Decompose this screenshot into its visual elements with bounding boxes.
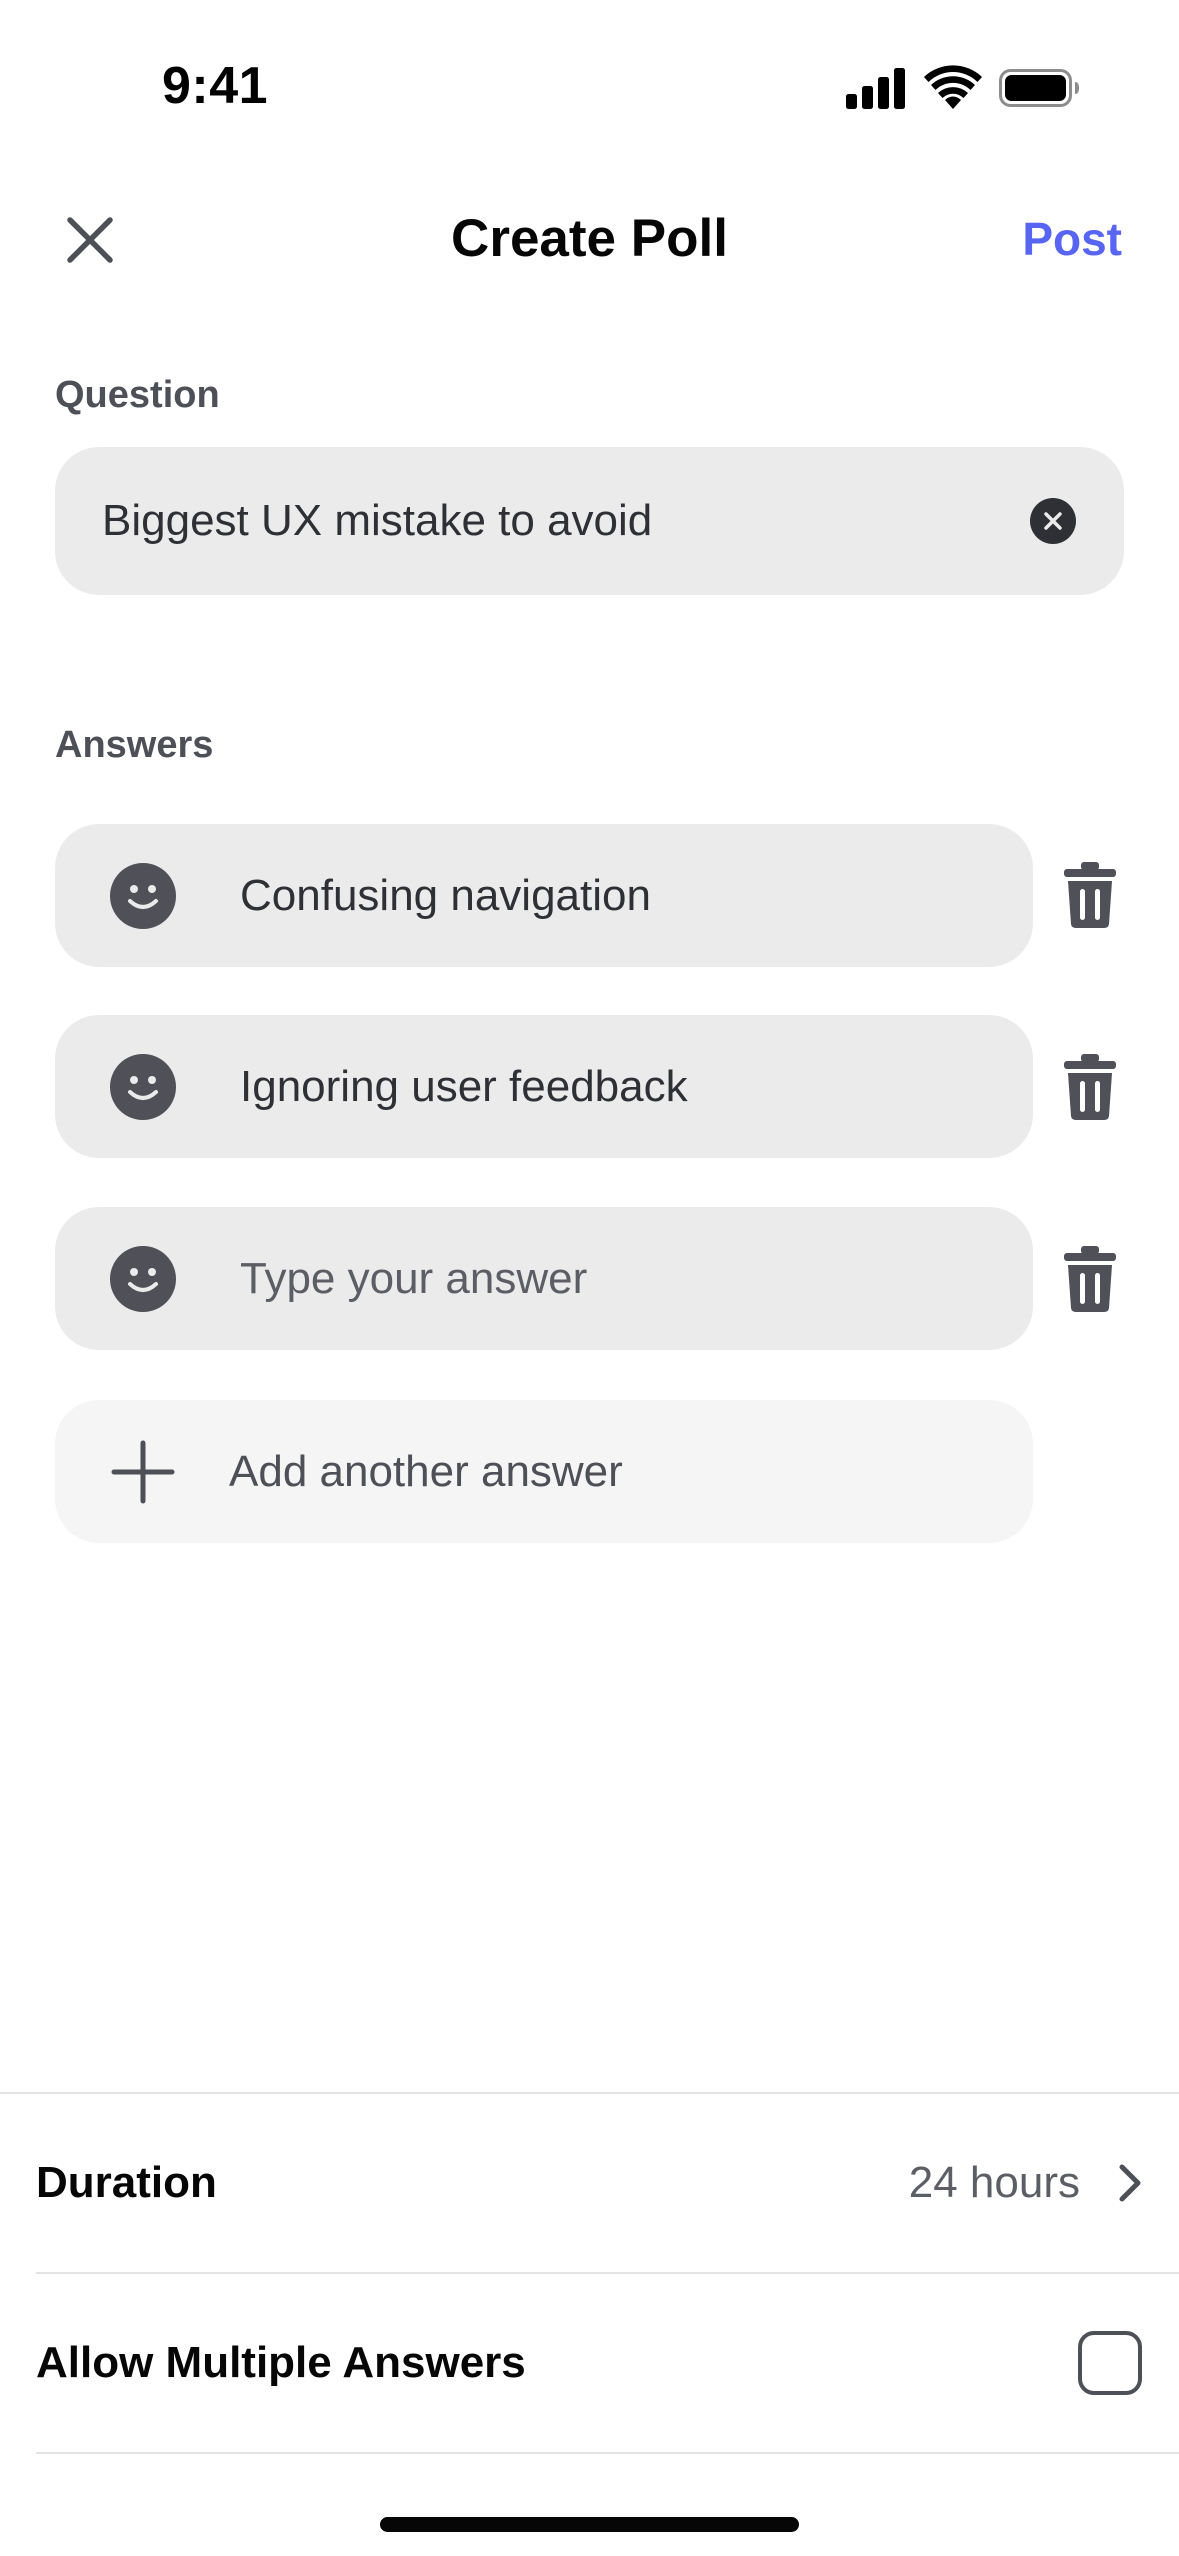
answer-placeholder: Type your answer [240, 1253, 588, 1303]
emoji-picker-button[interactable] [110, 862, 176, 929]
home-indicator[interactable] [380, 2517, 799, 2532]
question-input[interactable]: Biggest UX mistake to avoid [55, 447, 1124, 595]
delete-answer-button[interactable] [1058, 1239, 1122, 1319]
smiley-icon [128, 1267, 158, 1292]
chevron-right-icon [1119, 2164, 1141, 2202]
row-divider [36, 2452, 1179, 2454]
add-answer-button[interactable]: Add another answer [55, 1400, 1033, 1543]
answer-input-1[interactable]: Confusing navigation [55, 824, 1033, 967]
delete-answer-button[interactable] [1058, 855, 1122, 935]
allow-multiple-label: Allow Multiple Answers [36, 2338, 526, 2387]
duration-label: Duration [36, 2158, 217, 2207]
clear-question-button[interactable] [1030, 498, 1076, 544]
status-indicators-icon [846, 65, 1079, 109]
smiley-icon [128, 1075, 158, 1100]
answer-text: Ignoring user feedback [240, 1061, 688, 1111]
answer-text: Confusing navigation [240, 870, 651, 920]
post-button[interactable]: Post [1022, 212, 1122, 266]
answer-input-2[interactable]: Ignoring user feedback [55, 1015, 1033, 1158]
trash-icon [1064, 1246, 1116, 1312]
add-answer-label: Add another answer [229, 1446, 623, 1496]
trash-icon [1064, 862, 1116, 928]
allow-multiple-checkbox[interactable] [1078, 2331, 1142, 2395]
duration-value: 24 hours [908, 2158, 1080, 2207]
status-time: 9:41 [162, 57, 269, 115]
delete-answer-button[interactable] [1058, 1047, 1122, 1127]
answer-input-3[interactable]: Type your answer [55, 1207, 1033, 1350]
clear-icon [1044, 512, 1062, 530]
battery-icon [999, 69, 1079, 107]
question-input-value: Biggest UX mistake to avoid [102, 496, 653, 545]
answers-label: Answers [55, 724, 214, 766]
page-title: Create Poll [451, 209, 728, 268]
status-icons [842, 64, 1082, 110]
question-label: Question [55, 374, 220, 416]
wifi-icon [924, 65, 982, 109]
duration-row[interactable]: Duration 24 hours [36, 2094, 1144, 2272]
allow-multiple-row[interactable]: Allow Multiple Answers [36, 2274, 1144, 2452]
trash-icon [1064, 1054, 1116, 1120]
emoji-picker-button[interactable] [110, 1245, 176, 1312]
emoji-picker-button[interactable] [110, 1053, 176, 1120]
plus-icon [111, 1440, 175, 1504]
smiley-icon [128, 884, 158, 909]
cellular-signal-icon [846, 68, 905, 109]
